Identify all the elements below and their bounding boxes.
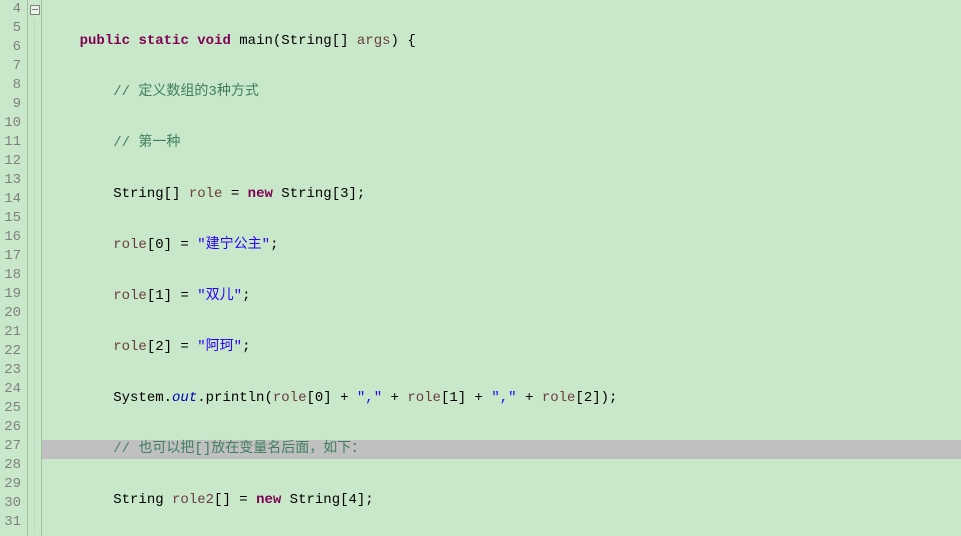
fold-column [28,0,42,536]
line-number: 4 [0,0,21,19]
fold-line-icon [28,418,41,437]
code-line: public static void main(String[] args) { [42,32,961,51]
line-number: 9 [0,95,21,114]
line-number: 21 [0,323,21,342]
code-editor: 4567891011121314151617181920212223242526… [0,0,961,536]
line-number: 25 [0,399,21,418]
line-number: 18 [0,266,21,285]
fold-line-icon [28,361,41,380]
line-number: 10 [0,114,21,133]
fold-line-icon [28,513,41,532]
fold-line-icon [28,494,41,513]
fold-line-icon [28,247,41,266]
fold-line-icon [28,133,41,152]
line-number: 12 [0,152,21,171]
fold-toggle-icon[interactable] [28,0,41,19]
line-number: 16 [0,228,21,247]
line-number: 31 [0,513,21,532]
fold-line-icon [28,228,41,247]
code-line-highlighted: // 也可以把[]放在变量名后面，如下： [42,440,961,459]
line-number: 11 [0,133,21,152]
line-number: 15 [0,209,21,228]
fold-line-icon [28,342,41,361]
code-line: // 定义数组的3种方式 [42,83,961,102]
fold-line-icon [28,57,41,76]
fold-line-icon [28,209,41,228]
fold-line-icon [28,95,41,114]
fold-line-icon [28,19,41,38]
line-number: 20 [0,304,21,323]
line-number: 27 [0,437,21,456]
line-number: 6 [0,38,21,57]
line-number-gutter: 4567891011121314151617181920212223242526… [0,0,28,536]
code-line: role[2] = "阿珂"; [42,338,961,357]
fold-line-icon [28,456,41,475]
line-number: 28 [0,456,21,475]
line-number: 5 [0,19,21,38]
line-number: 22 [0,342,21,361]
code-line: String[] role = new String[3]; [42,185,961,204]
code-line: String role2[] = new String[4]; [42,491,961,510]
fold-line-icon [28,475,41,494]
fold-line-icon [28,437,41,456]
line-number: 17 [0,247,21,266]
fold-line-icon [28,76,41,95]
line-number: 19 [0,285,21,304]
line-number: 14 [0,190,21,209]
fold-line-icon [28,304,41,323]
code-line: role[0] = "建宁公主"; [42,236,961,255]
fold-line-icon [28,114,41,133]
fold-line-icon [28,399,41,418]
line-number: 7 [0,57,21,76]
fold-line-icon [28,285,41,304]
code-area[interactable]: public static void main(String[] args) {… [42,0,961,536]
fold-line-icon [28,190,41,209]
fold-line-icon [28,323,41,342]
fold-line-icon [28,152,41,171]
line-number: 30 [0,494,21,513]
fold-line-icon [28,171,41,190]
code-line: role[1] = "双儿"; [42,287,961,306]
line-number: 24 [0,380,21,399]
fold-line-icon [28,380,41,399]
line-number: 29 [0,475,21,494]
line-number: 26 [0,418,21,437]
code-line: System.out.println(role[0] + "," + role[… [42,389,961,408]
line-number: 23 [0,361,21,380]
line-number: 8 [0,76,21,95]
fold-line-icon [28,266,41,285]
line-number: 13 [0,171,21,190]
code-line: // 第一种 [42,134,961,153]
fold-line-icon [28,38,41,57]
